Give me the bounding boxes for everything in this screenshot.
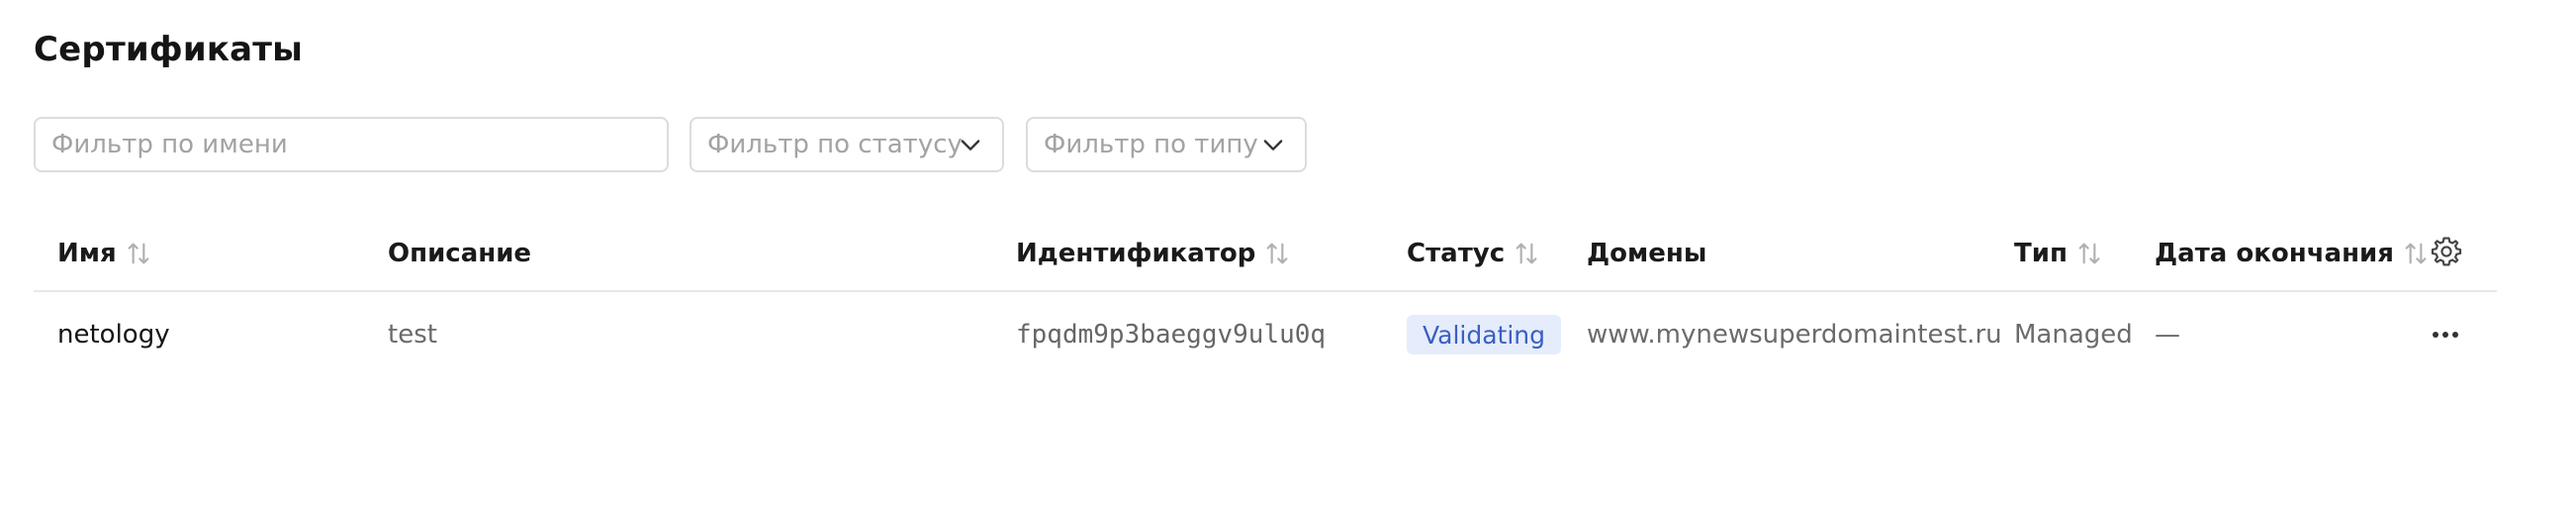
cell-expires: — xyxy=(2155,320,2180,350)
column-header-type[interactable]: Тип xyxy=(2014,236,2105,271)
column-header-label: Описание xyxy=(388,239,532,268)
type-filter-select[interactable]: Фильтр по типу xyxy=(1026,117,1307,172)
column-header-label: Тип xyxy=(2014,239,2068,268)
cell-status: Validating xyxy=(1407,315,1562,354)
gear-icon[interactable] xyxy=(2430,235,2463,268)
cell-description: test xyxy=(388,320,437,350)
cell-type: Managed xyxy=(2014,320,2133,350)
cell-name[interactable]: netology xyxy=(57,315,170,354)
cell-domains: www.mynewsuperdomaintest.ru xyxy=(1587,320,2002,350)
certificates-page: Сертификаты Фильтр по статусу Фильтр по … xyxy=(0,0,2576,505)
column-header-label: Статус xyxy=(1407,239,1506,268)
status-badge: Validating xyxy=(1407,315,1562,354)
column-header-status[interactable]: Статус xyxy=(1407,236,1542,271)
status-filter-placeholder: Фильтр по статусу xyxy=(707,130,963,159)
sort-arrows-icon xyxy=(1516,243,1537,264)
sort-arrows-icon xyxy=(2405,243,2427,264)
chevron-down-icon xyxy=(961,140,980,151)
chevron-down-icon xyxy=(1263,140,1283,151)
column-header-label: Дата окончания xyxy=(2155,239,2394,268)
type-filter-placeholder: Фильтр по типу xyxy=(1044,130,1258,159)
page-title: Сертификаты xyxy=(34,30,304,69)
sort-arrows-icon xyxy=(1267,243,1288,264)
column-header-domains: Домены xyxy=(1587,236,1706,271)
sort-arrows-icon xyxy=(128,243,149,264)
column-header-label: Имя xyxy=(57,239,117,268)
name-filter-input[interactable] xyxy=(51,130,667,159)
column-header-description: Описание xyxy=(388,236,531,271)
column-header-expires[interactable]: Дата окончания xyxy=(2155,236,2432,271)
column-header-id[interactable]: Идентификатор xyxy=(1016,236,1293,271)
cell-id: fpqdm9p3baeggv9ulu0q xyxy=(1016,320,1327,350)
column-header-label: Домены xyxy=(1587,239,1707,268)
sort-arrows-icon xyxy=(2078,243,2100,264)
name-filter-field[interactable] xyxy=(34,117,669,172)
status-filter-select[interactable]: Фильтр по статусу xyxy=(690,117,1004,172)
table-header-divider xyxy=(34,290,2497,292)
column-header-label: Идентификатор xyxy=(1016,239,1256,268)
column-header-name[interactable]: Имя xyxy=(57,236,154,271)
more-horizontal-icon[interactable] xyxy=(2428,321,2463,349)
